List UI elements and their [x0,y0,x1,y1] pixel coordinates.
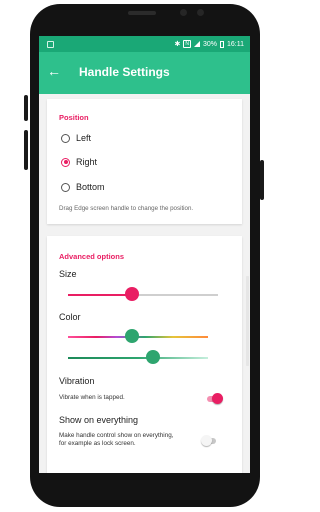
color-shade-track [68,357,208,359]
vibration-toggle[interactable] [207,393,223,404]
vibration-description: Vibrate when is tapped. [59,394,125,401]
speaker-grille [128,11,156,15]
size-label: Size [59,269,77,279]
status-bar: ✱ N 30% 16:11 [39,36,250,52]
battery-icon [220,40,224,48]
radio-left[interactable]: Left [61,133,91,143]
advanced-card: Advanced options Size Color Vibration Vi… [47,236,242,473]
position-section-title: Position [59,113,89,122]
page-title: Handle Settings [79,65,170,79]
advanced-section-title: Advanced options [59,252,125,261]
radio-bottom[interactable]: Bottom [61,182,105,192]
front-camera [180,9,187,16]
size-slider-inactive [132,294,218,296]
radio-left-button[interactable] [61,133,70,143]
position-card: Position Left Right Bottom Drag Edge scr… [47,99,242,224]
color-hue-thumb[interactable] [125,329,139,343]
vibration-toggle-knob [212,393,223,404]
bluetooth-icon: ✱ [174,41,181,48]
radio-right[interactable]: Right [61,157,97,167]
vibration-label: Vibration [59,376,95,386]
bixby-button [24,130,28,170]
screen: ✱ N 30% 16:11 ← Handle Settings Position… [39,36,250,473]
radio-bottom-button[interactable] [61,182,70,192]
radio-right-button[interactable] [61,157,70,167]
size-slider-active [68,294,132,296]
show-description-line1: Make handle control show on everything, [59,432,174,439]
size-slider-thumb[interactable] [125,287,139,301]
sensor [197,9,204,16]
show-on-everything-label: Show on everything [59,415,139,425]
color-shade-thumb[interactable] [146,350,160,364]
volume-button [24,95,28,121]
app-bar: ← Handle Settings [39,52,250,94]
nfc-icon: N [183,40,191,48]
show-description-line2: for example as lock screen. [59,440,136,447]
notification-icon [47,41,54,48]
color-label: Color [59,312,81,322]
radio-bottom-label: Bottom [76,182,105,192]
radio-left-label: Left [76,133,92,143]
power-button [260,160,264,200]
time: 16:11 [227,40,244,48]
signal-icon [193,41,200,47]
radio-right-label: Right [76,157,98,167]
arrow-left-icon[interactable]: ← [47,64,61,78]
position-hint: Drag Edge screen handle to change the po… [59,205,194,212]
show-on-everything-toggle[interactable] [201,435,216,446]
battery-text: 30% [202,40,217,48]
scrollbar[interactable] [246,276,249,366]
show-toggle-knob [201,435,212,446]
